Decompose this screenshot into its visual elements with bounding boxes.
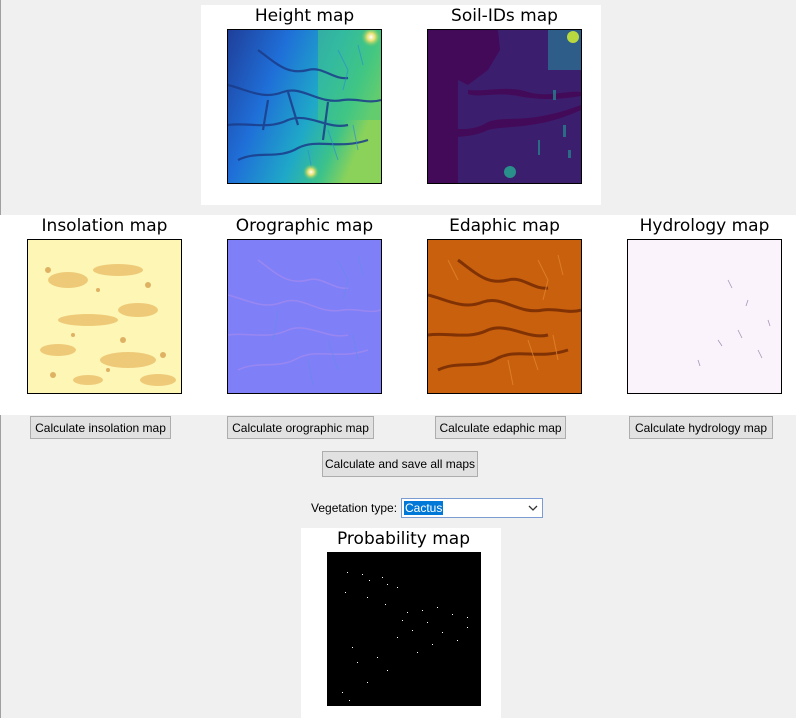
vegetation-type-label: Vegetation type: xyxy=(311,501,398,515)
edaphic-map-title: Edaphic map xyxy=(449,216,560,236)
hydrology-map-image xyxy=(627,239,782,394)
soil-ids-map-image xyxy=(427,29,582,184)
calculate-hydrology-button[interactable]: Calculate hydrology map xyxy=(629,416,773,439)
vegetation-type-value: Cactus xyxy=(404,501,444,515)
chevron-down-icon[interactable] xyxy=(527,501,539,515)
orographic-map-image xyxy=(227,239,382,394)
probability-map-image xyxy=(327,552,481,706)
probability-map-title: Probability map xyxy=(336,529,471,549)
calculate-insolation-button[interactable]: Calculate insolation map xyxy=(30,416,171,439)
calculate-edaphic-button[interactable]: Calculate edaphic map xyxy=(435,416,566,439)
hydrology-map-title: Hydrology map xyxy=(639,216,770,236)
soil-ids-map-title: Soil-IDs map xyxy=(451,6,558,26)
height-map-image xyxy=(227,29,382,184)
vegetation-type-select[interactable]: Cactus xyxy=(401,498,543,518)
calculate-orographic-button[interactable]: Calculate orographic map xyxy=(227,416,374,439)
insolation-map-image xyxy=(27,239,182,394)
insolation-map-title: Insolation map xyxy=(41,216,168,236)
orographic-map-title: Orographic map xyxy=(235,216,374,236)
edaphic-map-image xyxy=(427,239,582,394)
calculate-and-save-all-button[interactable]: Calculate and save all maps xyxy=(322,451,478,477)
height-map-title: Height map xyxy=(254,6,355,26)
